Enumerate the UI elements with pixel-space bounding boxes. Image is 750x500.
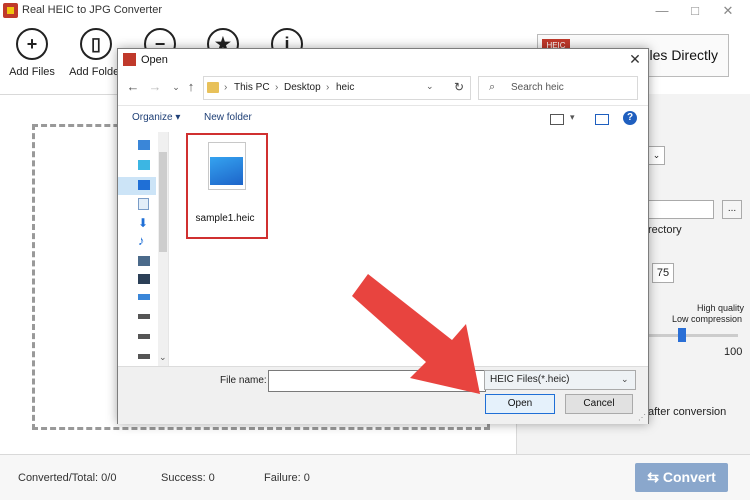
- address-row: ← → ⌄ ↑ › This PC › Desktop › heic ⌄ ↻ ⌕…: [118, 71, 648, 105]
- this-pc-icon[interactable]: [138, 140, 150, 150]
- drive-icon[interactable]: [138, 334, 150, 339]
- add-files-button[interactable]: + Add Files: [0, 28, 64, 88]
- documents-icon[interactable]: [138, 198, 149, 210]
- after-conversion-label: after conversion: [648, 406, 727, 418]
- maximize-button[interactable]: □: [681, 2, 709, 20]
- file-type-value: HEIC Files(*.heic): [490, 374, 570, 385]
- desktop-icon[interactable]: [138, 180, 150, 190]
- convert-icon: ⇆: [647, 469, 659, 485]
- dialog-title: Open: [141, 54, 168, 66]
- breadcrumb-heic[interactable]: heic: [336, 82, 354, 93]
- format-combo[interactable]: ⌄: [648, 146, 665, 165]
- drive-icon[interactable]: [138, 314, 150, 319]
- file-name-field-label: File name:: [220, 375, 267, 386]
- file-name-label: sample1.heic: [195, 213, 255, 224]
- file-type-select[interactable]: HEIC Files(*.heic) ⌄: [484, 370, 636, 390]
- breadcrumb-separator: ›: [224, 82, 228, 93]
- dialog-close-icon[interactable]: ✕: [624, 51, 646, 69]
- low-compression-label: Low compression: [672, 314, 743, 324]
- output-directory-label: rectory: [648, 224, 682, 236]
- dialog-app-icon: [123, 53, 136, 66]
- address-bar[interactable]: › This PC › Desktop › heic ⌄ ↻: [203, 76, 471, 100]
- nav-selected-highlight: [118, 177, 156, 195]
- navigation-pane: ⬇ ♪ ⌄: [118, 132, 169, 366]
- organize-menu[interactable]: Organize ▾: [132, 112, 180, 123]
- convert-label: Convert: [662, 469, 716, 485]
- app-logo-icon: [3, 3, 18, 18]
- back-arrow-icon[interactable]: ←: [126, 80, 140, 94]
- high-quality-label: High quality: [697, 303, 745, 313]
- music-icon[interactable]: ♪: [138, 234, 150, 247]
- drive-icon[interactable]: [138, 354, 150, 359]
- file-name-input[interactable]: [268, 370, 486, 392]
- quality-slider-thumb[interactable]: [678, 328, 686, 342]
- image-thumbnail-icon: [210, 157, 243, 185]
- help-icon[interactable]: ?: [623, 111, 637, 125]
- open-button[interactable]: Open: [485, 394, 555, 414]
- dialog-title-bar: [118, 49, 648, 71]
- downloads-icon[interactable]: ⬇: [138, 217, 150, 229]
- preview-pane-icon[interactable]: [595, 114, 609, 125]
- app-title: Real HEIC to JPG Converter: [22, 4, 162, 16]
- new-folder-button[interactable]: New folder: [204, 112, 252, 123]
- nav-scrollbar-thumb[interactable]: [159, 152, 167, 252]
- pictures-icon[interactable]: [138, 256, 150, 266]
- search-input[interactable]: ⌕ Search heic: [478, 76, 638, 100]
- add-files-label: Add Files: [9, 66, 55, 78]
- converted-total-status: Converted/Total: 0/0: [18, 472, 117, 484]
- quality-value[interactable]: 75: [652, 263, 674, 283]
- folder-icon: ▯: [80, 28, 112, 60]
- refresh-icon[interactable]: ↻: [450, 80, 468, 96]
- cancel-button[interactable]: Cancel: [565, 394, 633, 414]
- breadcrumb-this-pc[interactable]: This PC: [234, 82, 270, 93]
- quality-slider-track[interactable]: [648, 334, 738, 337]
- convert-files-directly-label: Files Directly: [637, 47, 718, 63]
- drive-icon[interactable]: [138, 294, 150, 300]
- search-placeholder: Search heic: [511, 82, 564, 93]
- search-icon: ⌕: [489, 81, 496, 93]
- recent-dropdown-icon[interactable]: ⌄: [169, 80, 183, 94]
- folder-icon: [207, 82, 219, 93]
- browse-button[interactable]: ...: [722, 200, 742, 219]
- breadcrumb-separator: ›: [326, 82, 330, 93]
- open-file-dialog: Open ✕ ← → ⌄ ↑ › This PC › Desktop › hei…: [117, 48, 649, 424]
- convert-button[interactable]: ⇆ Convert: [635, 463, 728, 492]
- view-icon[interactable]: [550, 114, 564, 125]
- address-dropdown-icon[interactable]: ⌄: [426, 81, 434, 92]
- minimize-button[interactable]: —: [648, 2, 676, 20]
- breadcrumb-separator: ›: [275, 82, 279, 93]
- breadcrumb-desktop[interactable]: Desktop: [284, 82, 321, 93]
- scroll-down-icon[interactable]: ⌄: [159, 352, 167, 363]
- view-dropdown-icon[interactable]: ▾: [570, 112, 575, 123]
- output-path-field[interactable]: [648, 200, 714, 219]
- videos-icon[interactable]: [138, 274, 150, 284]
- success-status: Success: 0: [161, 472, 215, 484]
- resize-grip-icon[interactable]: ⋰: [638, 413, 646, 422]
- failure-status: Failure: 0: [264, 472, 310, 484]
- plus-icon: +: [16, 28, 48, 60]
- close-window-button[interactable]: ✕: [714, 2, 742, 20]
- slider-max-label: 100: [724, 346, 743, 358]
- command-bar: Organize ▾ New folder ▾ ?: [118, 105, 648, 132]
- 3d-objects-icon[interactable]: [138, 160, 150, 170]
- chevron-down-icon: ⌄: [621, 374, 629, 384]
- up-arrow-icon[interactable]: ↑: [184, 80, 198, 94]
- forward-arrow-icon[interactable]: →: [148, 80, 162, 94]
